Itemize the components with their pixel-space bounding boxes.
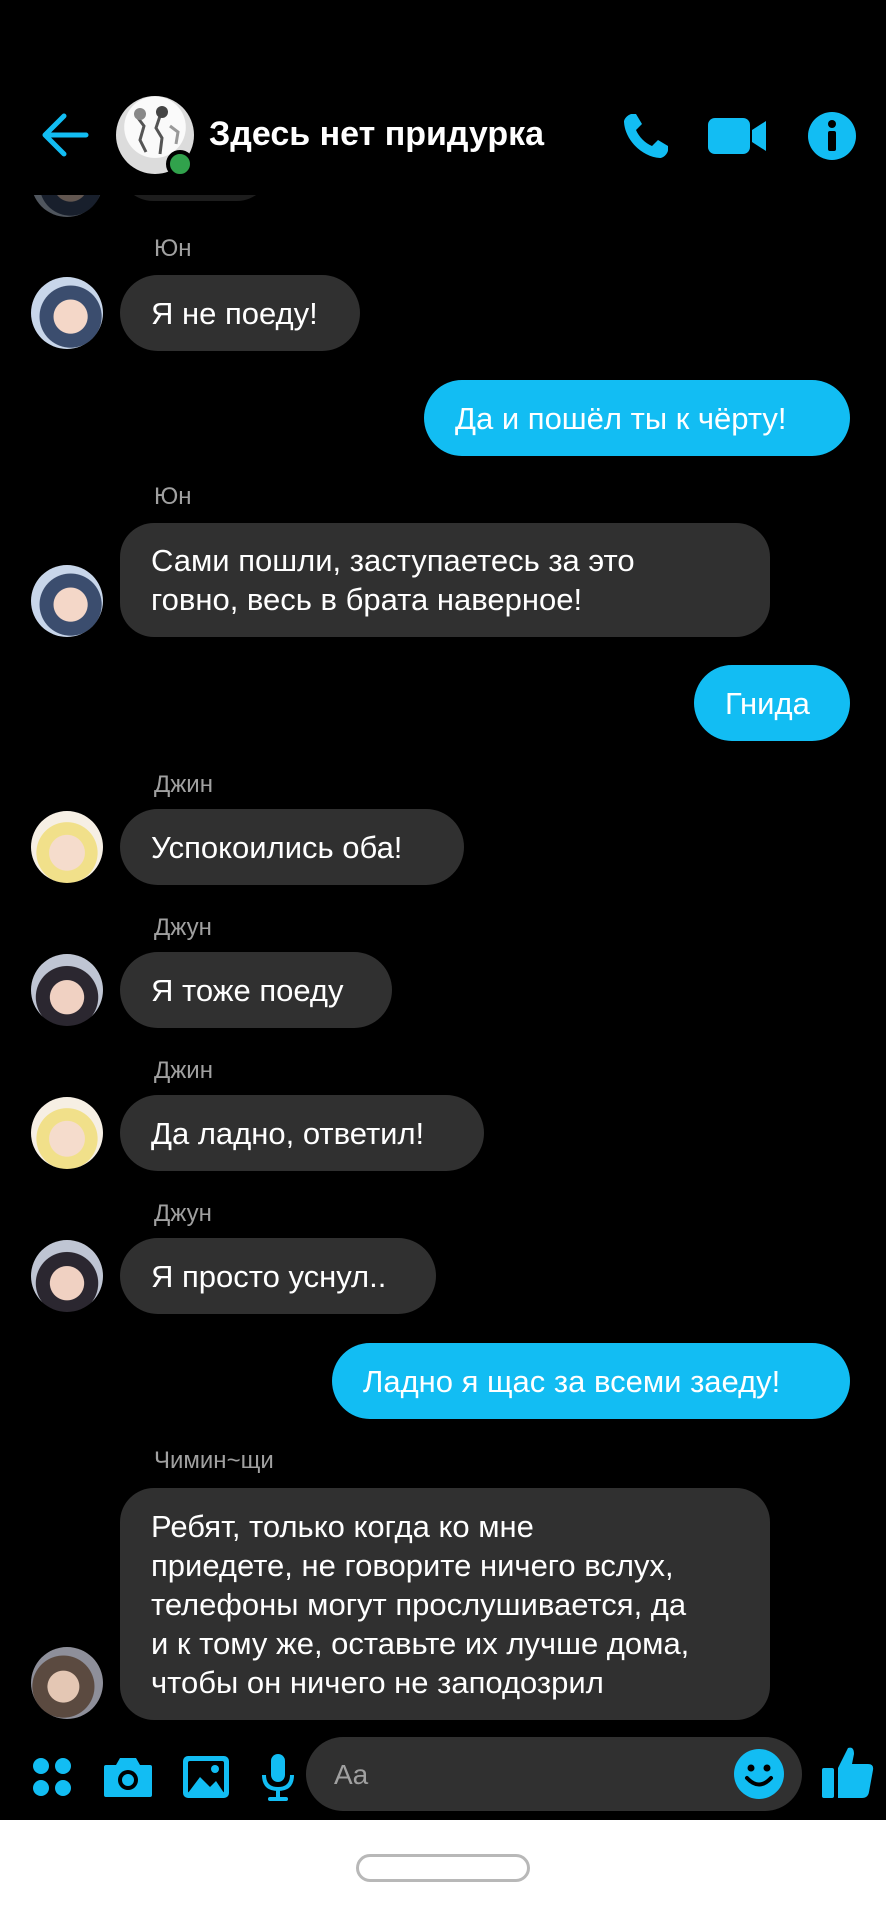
avatar-jun[interactable] bbox=[31, 1240, 103, 1312]
home-gesture-handle[interactable] bbox=[356, 1854, 530, 1882]
message-bubble-outgoing[interactable]: Гнида bbox=[694, 665, 850, 741]
avatar-jimin[interactable] bbox=[31, 1647, 103, 1719]
sender-name: Чимин~щи bbox=[154, 1447, 274, 1474]
message-list[interactable]: Юн Я не поеду! Да и пошёл ты к чёрту! Юн… bbox=[0, 195, 886, 1735]
microphone-icon[interactable] bbox=[250, 1749, 306, 1805]
message-bubble-outgoing[interactable]: Ладно я щас за всеми заеду! bbox=[332, 1343, 850, 1419]
sender-name: Юн bbox=[154, 235, 192, 262]
online-status-indicator bbox=[166, 150, 194, 178]
message-bubble-incoming[interactable]: Успокоились оба! bbox=[120, 809, 464, 885]
avatar-yun[interactable] bbox=[31, 277, 103, 349]
video-camera-icon[interactable] bbox=[706, 108, 770, 164]
chat-header: Здесь нет придурка bbox=[0, 0, 886, 195]
back-arrow-icon[interactable] bbox=[40, 112, 90, 158]
avatar[interactable] bbox=[31, 195, 103, 217]
message-input-field[interactable] bbox=[306, 1737, 802, 1813]
message-bubble-incoming[interactable]: Да ладно, ответил! bbox=[120, 1095, 484, 1171]
sender-name: Джин bbox=[154, 1057, 213, 1084]
system-navigation-bar bbox=[0, 1820, 886, 1920]
conversation-title[interactable]: Здесь нет придурка bbox=[209, 115, 544, 154]
message-bubble-incoming[interactable]: Я тоже поеду bbox=[120, 952, 392, 1028]
avatar-jin[interactable] bbox=[31, 811, 103, 883]
apps-grid-icon[interactable] bbox=[24, 1749, 80, 1805]
message-bubble-outgoing[interactable]: Да и пошёл ты к чёрту! bbox=[424, 380, 850, 456]
gallery-icon[interactable] bbox=[178, 1749, 234, 1805]
message-bubble-incoming[interactable]: Ребят, только когда ко мне приедете, не … bbox=[120, 1488, 770, 1720]
camera-icon[interactable] bbox=[100, 1749, 156, 1805]
sender-name: Джун bbox=[154, 914, 212, 941]
message-bubble-incoming[interactable]: Я не поеду! bbox=[120, 275, 360, 351]
message-bubble-incoming[interactable]: Сами пошли, заступаетесь за это говно, в… bbox=[120, 523, 770, 637]
message-bubble-incoming[interactable]: Я просто уснул.. bbox=[120, 1238, 436, 1314]
emoji-icon[interactable] bbox=[732, 1747, 786, 1801]
info-icon[interactable] bbox=[804, 108, 860, 164]
avatar-yun[interactable] bbox=[31, 565, 103, 637]
avatar-jin[interactable] bbox=[31, 1097, 103, 1169]
thumbs-up-icon[interactable] bbox=[820, 1742, 876, 1802]
message-input[interactable] bbox=[332, 1737, 716, 1813]
sender-name: Джин bbox=[154, 771, 213, 798]
message-bubble-cut bbox=[120, 195, 270, 201]
sender-name: Джун bbox=[154, 1200, 212, 1227]
sender-name: Юн bbox=[154, 483, 192, 510]
avatar-jun[interactable] bbox=[31, 954, 103, 1026]
phone-icon[interactable] bbox=[618, 108, 674, 164]
